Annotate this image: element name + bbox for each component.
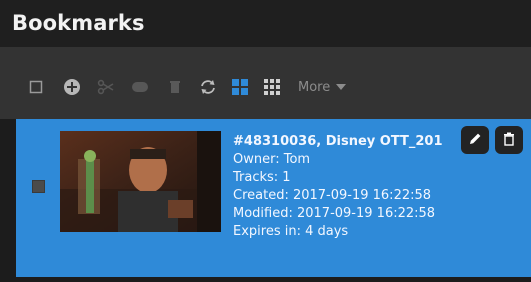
- more-menu[interactable]: More: [298, 78, 347, 96]
- trash-icon[interactable]: [166, 78, 184, 96]
- more-label: More: [298, 79, 331, 95]
- bookmark-thumbnail[interactable]: [60, 131, 221, 232]
- bookmark-tracks: Tracks: 1: [233, 170, 291, 185]
- checkbox-icon[interactable]: [27, 78, 45, 96]
- bookmark-owner: Owner: Tom: [233, 152, 311, 167]
- trash-icon: [502, 131, 516, 150]
- scissors-icon[interactable]: [97, 78, 115, 96]
- delete-button[interactable]: [495, 126, 523, 154]
- bookmark-name[interactable]: #48310036, Disney OTT_201: [233, 133, 443, 151]
- grid-view-icon[interactable]: [231, 78, 249, 96]
- edit-button[interactable]: [461, 126, 489, 154]
- bookmarks-panel: Bookmarks More #48310036, Disney OTT_201…: [0, 0, 531, 282]
- bookmark-details: #48310036, Disney OTT_201 Owner: Tom Tra…: [233, 133, 443, 241]
- add-circle-icon[interactable]: [63, 78, 81, 96]
- list-view-icon[interactable]: [263, 78, 281, 96]
- caret-down-icon: [336, 80, 347, 95]
- pencil-icon: [468, 131, 482, 150]
- bookmark-created: Created: 2017-09-19 16:22:58: [233, 188, 432, 203]
- comment-icon[interactable]: [131, 78, 149, 96]
- bookmark-actions: [461, 126, 523, 154]
- refresh-icon[interactable]: [199, 78, 217, 96]
- header: Bookmarks: [0, 0, 531, 47]
- bookmark-expires: Expires in: 4 days: [233, 224, 349, 239]
- page-title: Bookmarks: [12, 11, 145, 35]
- toolbar: More: [0, 47, 531, 119]
- bookmark-modified: Modified: 2017-09-19 16:22:58: [233, 206, 436, 221]
- bookmark-select-checkbox[interactable]: [32, 180, 45, 193]
